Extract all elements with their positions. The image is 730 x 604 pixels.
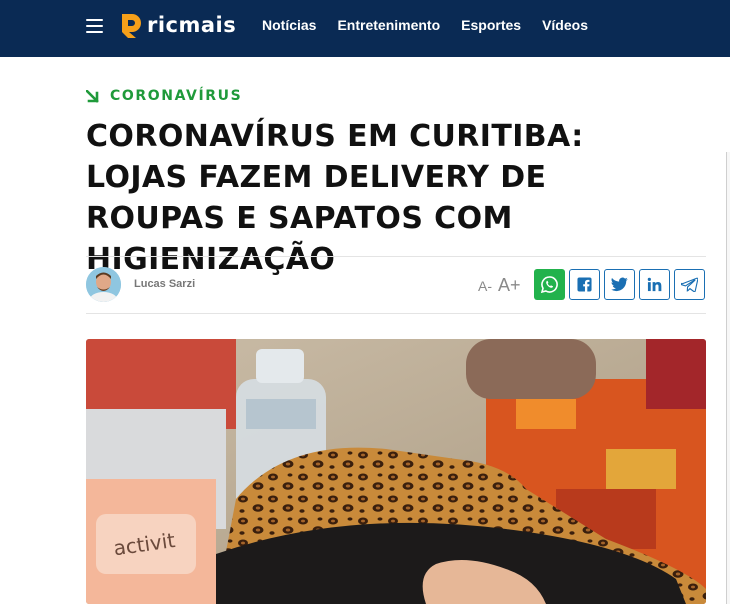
telegram-icon	[681, 277, 698, 292]
logo-mark-icon	[122, 14, 141, 38]
divider-bottom	[86, 313, 706, 314]
top-navigation-bar: ricmais Notícias Entretenimento Esportes…	[0, 0, 730, 57]
author-name[interactable]: Lucas Sarzi	[134, 278, 195, 290]
share-whatsapp-button[interactable]	[534, 269, 565, 300]
main-nav: Notícias Entretenimento Esportes Vídeos	[262, 17, 609, 33]
nav-item-esportes[interactable]: Esportes	[461, 17, 521, 33]
share-facebook-button[interactable]	[569, 269, 600, 300]
font-decrease-button[interactable]: A-	[478, 278, 492, 294]
article-hero-image[interactable]: activit	[86, 339, 706, 604]
nav-item-entretenimento[interactable]: Entretenimento	[337, 17, 440, 33]
whatsapp-icon	[540, 276, 558, 294]
arrow-down-right-icon	[86, 89, 99, 103]
author-avatar[interactable]	[86, 267, 121, 302]
twitter-icon	[611, 277, 628, 292]
font-size-controls: A- A+	[478, 275, 521, 296]
nav-item-noticias[interactable]: Notícias	[262, 17, 316, 33]
linkedin-icon	[647, 277, 662, 292]
facebook-icon	[577, 277, 592, 292]
font-increase-button[interactable]: A+	[498, 275, 521, 296]
share-buttons	[534, 269, 705, 300]
hero-photo: activit	[86, 339, 706, 604]
scrollbar[interactable]	[726, 152, 730, 604]
logo-text: ricmais	[147, 13, 237, 37]
divider-top	[86, 256, 706, 257]
author-photo	[86, 267, 121, 302]
article-category[interactable]: CORONAVÍRUS	[86, 88, 242, 104]
site-logo[interactable]: ricmais	[120, 10, 236, 40]
article-meta: Lucas Sarzi A- A+	[86, 267, 706, 303]
menu-icon[interactable]	[86, 19, 103, 33]
category-label: CORONAVÍRUS	[110, 88, 243, 104]
share-linkedin-button[interactable]	[639, 269, 670, 300]
nav-item-videos[interactable]: Vídeos	[542, 17, 588, 33]
share-telegram-button[interactable]	[674, 269, 705, 300]
share-twitter-button[interactable]	[604, 269, 635, 300]
